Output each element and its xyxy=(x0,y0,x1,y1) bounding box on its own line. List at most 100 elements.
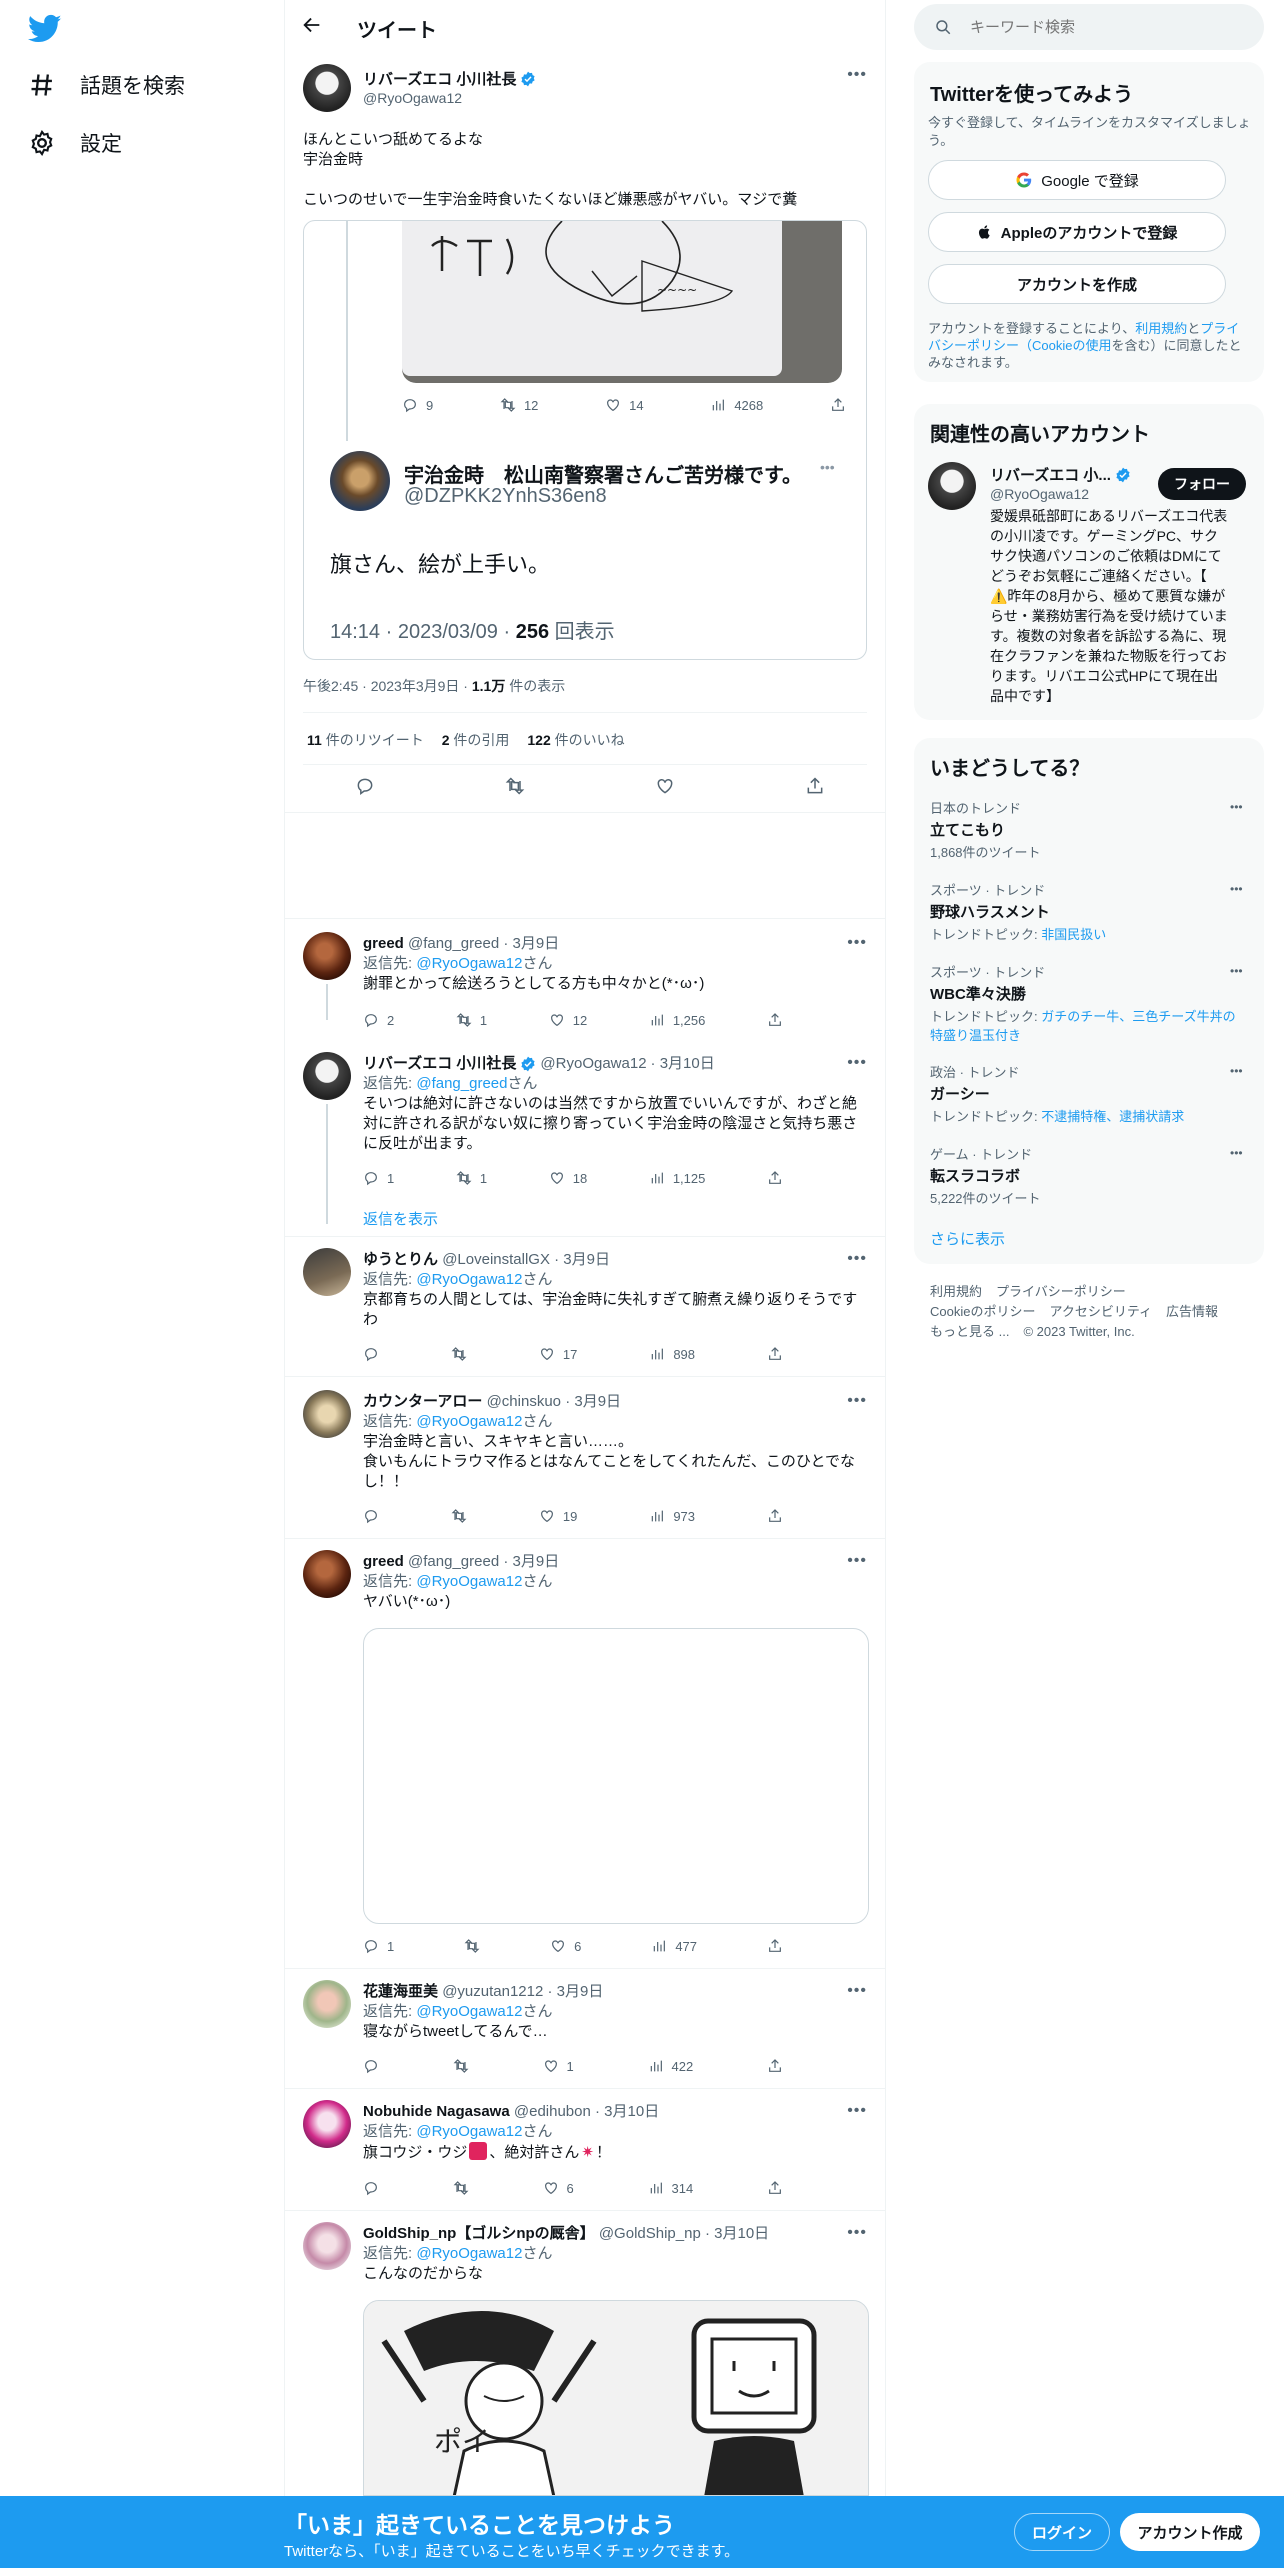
more-icon[interactable]: ••• xyxy=(847,1250,867,1268)
more-icon[interactable]: ••• xyxy=(847,2102,867,2120)
more-icon[interactable]: ••• xyxy=(1230,800,1243,814)
reply-author-handle[interactable]: @yuzutan1212 xyxy=(442,1983,543,2000)
share-button[interactable] xyxy=(767,2180,783,2196)
more-icon[interactable]: ••• xyxy=(847,1054,867,1072)
footer-link[interactable]: 利用規約 xyxy=(930,1282,982,1302)
login-button[interactable]: ログイン xyxy=(1014,2513,1110,2551)
reply-tweet[interactable]: greed @fang_greed · 3月9日 返信先: @RyoOgawa1… xyxy=(363,1552,869,1612)
reply-author-handle[interactable]: @LoveinstallGX xyxy=(442,1251,550,1268)
like-button[interactable]: 14 xyxy=(605,397,644,413)
retweet-button[interactable] xyxy=(451,1346,467,1362)
likes-stat[interactable]: 122 件のいいね xyxy=(527,730,624,750)
trend-item[interactable]: ゲーム · トレンド 転スラコラボ 5,222件のツイート xyxy=(930,1144,1250,1207)
views-button[interactable]: 314 xyxy=(648,2180,693,2196)
related-handle[interactable]: @RyoOgawa12 xyxy=(990,486,1089,502)
retweet-button[interactable] xyxy=(453,2180,469,2196)
mention-link[interactable]: @fang_greed xyxy=(416,1075,507,1092)
trend-topic-link[interactable]: 非国民扱い xyxy=(1041,927,1106,942)
reply-button[interactable]: 1 xyxy=(363,1938,394,1954)
mention-link[interactable]: @RyoOgawa12 xyxy=(416,2003,522,2020)
mention-link[interactable]: @RyoOgawa12 xyxy=(416,2245,522,2262)
reply-button[interactable] xyxy=(363,2058,379,2074)
reply-date[interactable]: · 3月9日 xyxy=(554,1251,610,1268)
views-button[interactable]: 477 xyxy=(651,1938,697,1954)
avatar[interactable] xyxy=(928,462,976,510)
reply-button[interactable]: 1 xyxy=(363,1170,394,1186)
retweets-stat[interactable]: 11 件のリツイート xyxy=(307,730,424,750)
reply-button[interactable]: 9 xyxy=(402,397,433,413)
mention-link[interactable]: @RyoOgawa12 xyxy=(416,1413,522,1430)
more-icon[interactable]: ••• xyxy=(847,1982,867,2000)
reply-author-handle[interactable]: @fang_greed xyxy=(408,1553,499,1570)
trend-item[interactable]: スポーツ · トレンド 野球ハラスメント トレンドトピック: 非国民扱い xyxy=(930,880,1250,943)
quoted-author-name[interactable]: 宇治金時 松山南警察署さんご苦労様です。 xyxy=(404,459,802,488)
reply-date[interactable]: · 3月10日 xyxy=(705,2225,769,2242)
more-icon[interactable]: ••• xyxy=(847,934,867,952)
retweet-button[interactable]: 1 xyxy=(456,1170,487,1186)
reply-author-handle[interactable]: @RyoOgawa12 xyxy=(540,1054,646,1074)
reply-author-name[interactable]: greed xyxy=(363,935,404,952)
views-button[interactable]: 1,256 xyxy=(649,1012,705,1028)
views-button[interactable]: 4268 xyxy=(710,397,763,413)
like-button[interactable]: 12 xyxy=(549,1012,587,1028)
like-button[interactable]: 17 xyxy=(539,1346,577,1362)
search-input[interactable] xyxy=(968,17,1238,37)
more-icon[interactable]: ••• xyxy=(1230,1064,1243,1078)
twitter-logo[interactable] xyxy=(27,14,62,44)
views-button[interactable]: 898 xyxy=(649,1346,695,1362)
share-button[interactable] xyxy=(767,1938,783,1954)
share-button[interactable] xyxy=(767,1508,783,1524)
reply-author-name[interactable]: リバーズエコ 小川社長 xyxy=(363,1054,516,1074)
terms-link[interactable]: 利用規約 xyxy=(1135,321,1187,336)
reply-author-name[interactable]: Nobuhide Nagasawa xyxy=(363,2103,510,2120)
quoted-author-handle[interactable]: @DZPKK2YnhS36en8 xyxy=(404,485,607,508)
reply-author-name[interactable]: 花蓮海亜美 xyxy=(363,1983,438,2000)
like-button[interactable]: 19 xyxy=(539,1508,577,1524)
reply-author-name[interactable]: ゆうとりん xyxy=(363,1251,438,1268)
nav-explore[interactable]: 話題を検索 xyxy=(28,70,185,100)
reply-tweet[interactable]: リバーズエコ 小川社長 @RyoOgawa12 · 3月10日 返信先: @fang… xyxy=(363,1054,869,1154)
share-button[interactable] xyxy=(767,1012,783,1028)
avatar[interactable] xyxy=(303,2100,351,2148)
reply-button[interactable] xyxy=(355,776,375,796)
quoted-tweet[interactable]: ~~~~ 9 12 14 4268 宇治金時 松山南警察署さんご苦労様です。 •… xyxy=(303,220,867,660)
show-more-link[interactable]: さらに表示 xyxy=(930,1228,1005,1249)
reply-tweet[interactable]: Nobuhide Nagasawa @edihubon · 3月10日 返信先:… xyxy=(363,2102,869,2163)
apple-signup-button[interactable]: Appleのアカウントで登録 xyxy=(928,212,1226,252)
avatar[interactable] xyxy=(303,64,351,112)
share-button[interactable] xyxy=(767,1170,783,1186)
mention-link[interactable]: @RyoOgawa12 xyxy=(416,955,522,972)
reply-author-handle[interactable]: @chinskuo xyxy=(487,1393,561,1410)
reply-button[interactable]: 2 xyxy=(363,1012,394,1028)
more-icon[interactable]: ••• xyxy=(847,1392,867,1410)
google-signup-button[interactable]: Google で登録 xyxy=(928,160,1226,200)
more-icon[interactable]: ••• xyxy=(1230,882,1243,896)
search-box[interactable] xyxy=(914,4,1264,50)
nav-settings[interactable]: 設定 xyxy=(28,128,122,158)
reply-tweet[interactable]: GoldShip_np【ゴルシnpの厩舎】 @GoldShip_np · 3月1… xyxy=(363,2224,869,2284)
back-button[interactable] xyxy=(301,14,327,40)
avatar[interactable] xyxy=(303,932,351,980)
like-button[interactable]: 18 xyxy=(549,1170,587,1186)
footer-link[interactable]: アクセシビリティ xyxy=(1049,1302,1152,1322)
mention-link[interactable]: @RyoOgawa12 xyxy=(416,1573,522,1590)
share-button[interactable] xyxy=(805,776,825,796)
views-button[interactable]: 973 xyxy=(649,1508,695,1524)
reply-author-name[interactable]: GoldShip_np【ゴルシnpの厩舎】 xyxy=(363,2225,595,2242)
more-icon[interactable]: ••• xyxy=(847,1552,867,1570)
reply-date[interactable]: · 3月9日 xyxy=(503,1553,559,1570)
retweet-button[interactable] xyxy=(464,1938,480,1954)
footer-link[interactable]: プライバシーポリシー xyxy=(996,1282,1126,1302)
reply-author-name[interactable]: greed xyxy=(363,1553,404,1570)
privacy-link[interactable]: プライ xyxy=(1200,321,1239,336)
like-button[interactable] xyxy=(655,776,675,796)
quoted-avatar[interactable] xyxy=(330,451,390,511)
reply-tweet[interactable]: greed @fang_greed · 3月9日 返信先: @RyoOgawa1… xyxy=(363,934,869,994)
reply-tweet[interactable]: 花蓮海亜美 @yuzutan1212 · 3月9日 返信先: @RyoOgawa… xyxy=(363,1982,869,2042)
reply-author-handle[interactable]: @edihubon xyxy=(514,2103,591,2120)
related-name[interactable]: リバーズエコ 小... xyxy=(990,464,1111,485)
share-button[interactable] xyxy=(767,1346,783,1362)
reply-tweet[interactable]: ゆうとりん @LoveinstallGX · 3月9日 返信先: @RyoOga… xyxy=(363,1250,869,1330)
media-placeholder[interactable] xyxy=(363,1628,869,1924)
retweet-button[interactable] xyxy=(451,1508,467,1524)
